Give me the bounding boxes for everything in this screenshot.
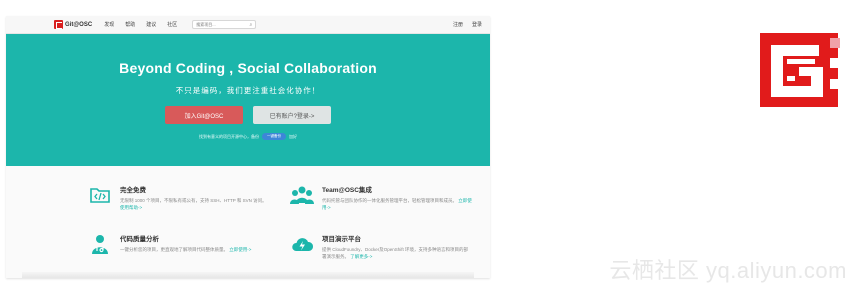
join-button[interactable]: 加入Git@OSC — [165, 106, 243, 124]
website-screenshot: Git@OSC 发现 帮助 建议 社区 ⌕ 注册 登录 Beyond Codin… — [6, 16, 490, 278]
feature-description-text: 一键分析您的项目，更直观地了解项目代码整体质量。 — [120, 247, 228, 252]
feature-title: 代码质量分析 — [120, 236, 159, 243]
feature-description: 代码托管与团队协作的一体化服务管理平台，轻松管理项目和成员。 立即使用-> — [322, 198, 472, 211]
nav-link-suggestions[interactable]: 建议 — [146, 21, 156, 28]
nav-link-community[interactable]: 社区 — [167, 21, 177, 28]
cloud-bolt-icon — [290, 233, 314, 255]
register-link[interactable]: 注册 — [453, 21, 463, 28]
usage-help-link[interactable]: 使用帮助-> — [120, 205, 142, 210]
watermark: 云栖社区 yq.aliyun.com — [609, 258, 847, 283]
login-link[interactable]: 登录 — [472, 21, 482, 28]
feature-description: 一键分析您的项目，更直观地了解项目代码整体质量。 立即使用-> — [120, 247, 270, 254]
feature-title: 完全免费 — [120, 187, 146, 194]
brand-mark-icon — [54, 20, 63, 29]
doctor-icon — [88, 233, 112, 255]
feature-free: 完全免费 无限制 1000 个项目，不限私有或公有，支持 SSH、HTTP 和 … — [88, 184, 270, 211]
existing-account-login-button[interactable]: 已有账户?登录-> — [253, 106, 331, 124]
hero-subtitle: 不只是编码，我们更注重社会化协作！ — [175, 86, 321, 95]
feature-title: 项目演示平台 — [322, 236, 361, 243]
top-navigation: Git@OSC 发现 帮助 建议 社区 ⌕ 注册 登录 — [6, 16, 490, 34]
use-now-link[interactable]: 立即使用-> — [229, 247, 251, 252]
nav-link-discover[interactable]: 发现 — [104, 21, 114, 28]
hero-actions: 加入Git@OSC 已有账户?登录-> — [6, 106, 490, 124]
hero-note-prefix: 找到有意义的项目开源中心，备份 — [199, 133, 259, 139]
nav-link-help[interactable]: 帮助 — [125, 21, 135, 28]
feature-team-integration: Team@OSC集成 代码托管与团队协作的一体化服务管理平台，轻松管理项目和成员… — [290, 184, 472, 211]
features-section: 完全免费 无限制 1000 个项目，不限私有或公有，支持 SSH、HTTP 和 … — [6, 166, 490, 260]
hero-note: 找到有意义的项目开源中心，备份 一键备份 加好 — [6, 133, 490, 140]
bottom-shadow — [22, 272, 474, 278]
account-links: 注册 登录 — [453, 21, 482, 28]
feature-code-quality: 代码质量分析 一键分析您的项目，更直观地了解项目代码整体质量。 立即使用-> — [88, 233, 270, 260]
feature-demo-platform: 项目演示平台 提供 CloudFoundry、Docker及OpenShift … — [290, 233, 472, 260]
feature-title: Team@OSC集成 — [322, 187, 372, 194]
search-box[interactable]: ⌕ — [192, 20, 257, 29]
feature-description-text: 无限制 1000 个项目，不限私有或公有，支持 SSH、HTTP 和 SVN 访… — [120, 198, 267, 203]
search-input[interactable] — [196, 22, 243, 27]
folder-code-icon — [88, 184, 112, 206]
brand-name: Git@OSC — [65, 21, 93, 28]
hero-title: Beyond Coding , Social Collaboration — [119, 60, 377, 76]
feature-description: 提供 CloudFoundry、Docker及OpenShift 环境，支持多种… — [322, 247, 472, 260]
feature-description-text: 提供 CloudFoundry、Docker及OpenShift 环境，支持多种… — [322, 247, 469, 259]
learn-more-link[interactable]: 了解更多-> — [350, 254, 372, 259]
team-icon — [290, 184, 314, 206]
quick-backup-button[interactable]: 一键备份 — [262, 133, 286, 140]
feature-description: 无限制 1000 个项目，不限私有或公有，支持 SSH、HTTP 和 SVN 访… — [120, 198, 270, 211]
feature-text: 项目演示平台 提供 CloudFoundry、Docker及OpenShift … — [322, 233, 472, 260]
feature-text: Team@OSC集成 代码托管与团队协作的一体化服务管理平台，轻松管理项目和成员… — [322, 184, 472, 211]
feature-description-text: 代码托管与团队协作的一体化服务管理平台，轻松管理项目和成员。 — [322, 198, 457, 203]
search-icon[interactable]: ⌕ — [249, 22, 252, 28]
hero-note-suffix: 加好 — [289, 133, 297, 139]
oschina-logo-icon — [760, 33, 840, 107]
brand-logo[interactable]: Git@OSC — [54, 20, 92, 29]
feature-text: 完全免费 无限制 1000 个项目，不限私有或公有，支持 SSH、HTTP 和 … — [120, 184, 270, 211]
hero-section: Beyond Coding , Social Collaboration 不只是… — [6, 34, 490, 166]
feature-text: 代码质量分析 一键分析您的项目，更直观地了解项目代码整体质量。 立即使用-> — [120, 233, 270, 260]
